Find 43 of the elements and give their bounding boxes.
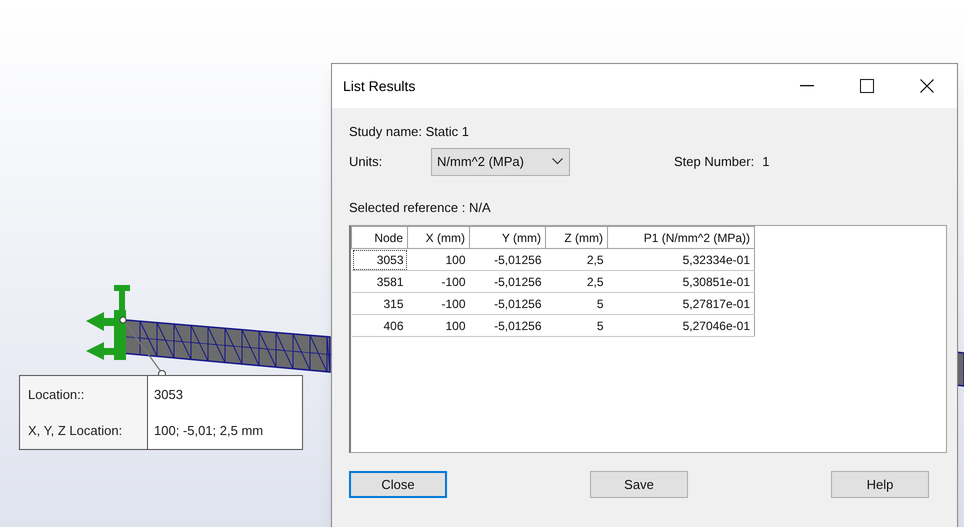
dialog-button[interactable]: Save (590, 471, 688, 498)
table-cell: -5,01256 (470, 314, 546, 336)
tooltip-label: Location:: (28, 386, 84, 404)
table-cell: -100 (408, 292, 470, 314)
dialog-button[interactable]: Close (349, 471, 447, 498)
table-cell: 5 (546, 292, 608, 314)
window-title: List Results (343, 76, 416, 96)
table-cell: -5,01256 (470, 270, 546, 292)
units-dropdown[interactable]: N/mm^2 (MPa) (431, 148, 570, 176)
tooltip-value: 3053 (154, 386, 183, 404)
table-cell: 406 (352, 314, 408, 336)
tooltip-label: X, Y, Z Location: (28, 422, 122, 440)
table-cell: 5 (546, 314, 608, 336)
column-header[interactable]: X (mm) (408, 226, 470, 248)
table-cell: 315 (352, 292, 408, 314)
chevron-down-icon (552, 158, 563, 165)
table-cell: 2,5 (546, 270, 608, 292)
column-header[interactable]: Y (mm) (470, 226, 546, 248)
column-header[interactable]: Z (mm) (546, 226, 608, 248)
step-number-value: 1 (762, 152, 770, 171)
table-cell: -5,01256 (470, 292, 546, 314)
step-number-label: Step Number: (674, 152, 754, 171)
table-cell: 100 (408, 314, 470, 336)
table-cell: -100 (408, 270, 470, 292)
table-cell: 5,32334e-01 (608, 248, 754, 270)
table-cell: 5,27046e-01 (608, 314, 754, 336)
minimize-icon (800, 85, 814, 87)
table-cell: 3581 (352, 270, 408, 292)
dialog-button[interactable]: Help (831, 471, 929, 498)
units-label: Units: (349, 152, 384, 171)
tooltip-value: 100; -5,01; 2,5 mm (154, 422, 264, 440)
column-header[interactable]: P1 (N/mm^2 (MPa)) (608, 226, 754, 248)
close-icon (920, 79, 934, 93)
study-name-label: Study name: Static 1 (349, 123, 470, 141)
table-cell: 2,5 (546, 248, 608, 270)
maximize-icon (860, 79, 874, 93)
table-cell: 5,30851e-01 (608, 270, 754, 292)
table-cell: 100 (408, 248, 470, 270)
table-cell: 3053 (352, 248, 408, 270)
selected-reference-label: Selected reference : N/A (349, 198, 492, 216)
column-header[interactable]: Node (352, 226, 408, 248)
table-cell: 5,27817e-01 (608, 292, 754, 314)
table-cell: -5,01256 (470, 248, 546, 270)
